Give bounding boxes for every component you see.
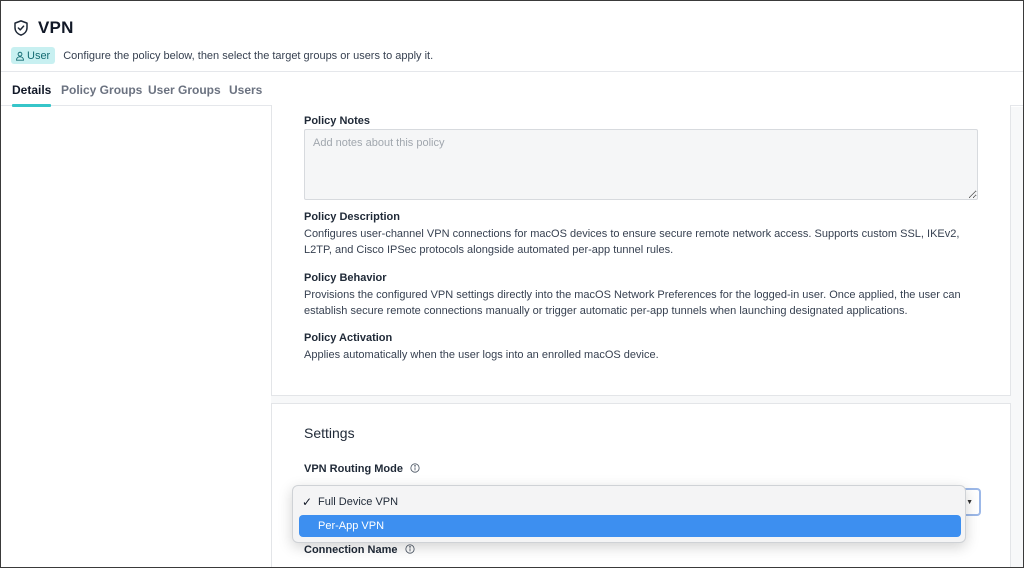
policy-behavior-text: Provisions the configured VPN settings d… <box>304 289 961 317</box>
app-window: VPN User Configure the policy below, the… <box>0 0 1024 568</box>
page-title: VPN <box>38 18 74 37</box>
subtitle-row: User Configure the policy below, then se… <box>11 47 433 64</box>
routing-mode-dropdown-menu: ✓ Full Device VPN Per-App VPN <box>292 485 966 543</box>
page-header: VPN User Configure the policy below, the… <box>1 1 1023 72</box>
policy-behavior-label: Policy Behavior <box>304 272 387 284</box>
page-subtitle: Configure the policy below, then select … <box>63 49 434 62</box>
left-panel <box>1 107 271 567</box>
checkmark-icon: ✓ <box>302 495 313 509</box>
tab-details[interactable]: Details <box>12 72 52 107</box>
user-scope-badge: User <box>11 47 56 64</box>
routing-mode-label: VPN Routing Mode <box>304 463 403 475</box>
policy-notes-label: Policy Notes <box>304 115 371 127</box>
policy-activation-label: Policy Activation <box>304 332 393 344</box>
info-icon[interactable] <box>404 544 415 557</box>
option-full-device-vpn[interactable]: ✓ Full Device VPN <box>299 491 961 513</box>
connection-name-label-row: Connection Name <box>304 544 415 557</box>
tab-user-groups[interactable]: User Groups <box>148 72 221 106</box>
policy-notes-textarea[interactable] <box>304 129 978 200</box>
policy-info-card: Policy Notes Policy Description Configur… <box>271 105 1011 396</box>
tab-policy-groups[interactable]: Policy Groups <box>61 72 142 106</box>
option-label: Per-App VPN <box>318 520 385 532</box>
connection-name-label: Connection Name <box>304 544 398 556</box>
user-icon <box>16 51 24 61</box>
option-per-app-vpn[interactable]: Per-App VPN <box>299 515 961 537</box>
tab-bar: Details Policy Groups User Groups Users <box>1 72 1023 107</box>
shield-check-icon <box>12 19 30 37</box>
tab-users[interactable]: Users <box>229 72 262 106</box>
info-icon[interactable] <box>410 463 420 476</box>
select-arrow-icon: ▼ <box>966 499 973 506</box>
policy-description-text: Configures user-channel VPN connections … <box>304 228 960 256</box>
option-label: Full Device VPN <box>318 496 399 508</box>
policy-description-label: Policy Description <box>304 211 400 223</box>
policy-activation-text: Applies automatically when the user logs… <box>304 349 659 361</box>
routing-mode-label-row: VPN Routing Mode <box>304 463 420 476</box>
settings-title: Settings <box>304 425 355 441</box>
badge-label: User <box>27 49 51 62</box>
title-row: VPN <box>12 18 74 38</box>
